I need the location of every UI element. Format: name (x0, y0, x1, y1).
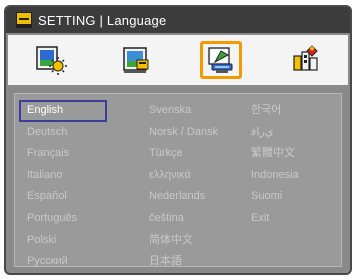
language-item-polski[interactable]: Polski (19, 230, 109, 252)
language-item-norsk-dansk[interactable]: Norsk / Dansk (141, 122, 241, 144)
language-item-traditional-chinese[interactable]: 繁體中文 (243, 143, 333, 165)
language-item-greek[interactable]: ελληνικά (141, 165, 241, 187)
language-item-korean[interactable]: 한국어 (243, 100, 333, 122)
language-item-deutsch[interactable]: Deutsch (19, 122, 109, 144)
tab-bar (8, 35, 348, 85)
menu-title: SETTING | Language (38, 12, 167, 28)
language-item-turkce[interactable]: Türkçe (141, 143, 241, 165)
language-item-espanol[interactable]: Español (19, 186, 109, 208)
setting-monitor-icon (16, 12, 32, 28)
language-column-3: 한국어 ﻱﺭﺎﻓ 繁體中文 Indonesia Suomi Exit (243, 100, 333, 230)
language-column-1: English Deutsch Français Italiano Españo… (19, 100, 109, 273)
tab-setting[interactable] (178, 35, 263, 85)
setting-icon (207, 47, 232, 73)
language-item-portugues[interactable]: Português (19, 208, 109, 230)
language-item-cestina[interactable]: čeština (141, 208, 241, 230)
language-item-nederlands[interactable]: Nederlands (141, 186, 241, 208)
language-item-japanese[interactable]: 日本語 (141, 251, 241, 273)
language-item-farsi[interactable]: ﻱﺭﺎﻓ (243, 122, 333, 144)
exit-button[interactable]: Exit (243, 208, 333, 230)
image-settings-icon (35, 46, 67, 75)
language-list-panel: English Deutsch Français Italiano Españo… (14, 93, 342, 267)
menu-frame: SETTING | Language English Deutsch Franç… (4, 5, 352, 275)
display-settings-icon (122, 47, 148, 73)
language-grid: English Deutsch Français Italiano Españo… (15, 94, 341, 267)
language-item-english[interactable]: English (19, 100, 107, 122)
language-item-svenska[interactable]: Svenska (141, 100, 241, 122)
osd-menu: SETTING | Language English Deutsch Franç… (0, 0, 356, 280)
tab-options[interactable] (263, 35, 348, 85)
tab-image[interactable] (8, 35, 93, 85)
tab-display[interactable] (93, 35, 178, 85)
language-item-francais[interactable]: Français (19, 143, 109, 165)
options-icon (292, 45, 318, 71)
language-item-indonesia[interactable]: Indonesia (243, 165, 333, 187)
language-item-suomi[interactable]: Suomi (243, 186, 333, 208)
tab-selection-highlight (199, 41, 242, 79)
language-item-russian[interactable]: Русский (19, 251, 109, 273)
language-column-2: Svenska Norsk / Dansk Türkçe ελληνικά Ne… (141, 100, 241, 273)
language-item-simplified-chinese[interactable]: 简体中文 (141, 230, 241, 252)
title-bar: SETTING | Language (6, 7, 350, 33)
language-item-italiano[interactable]: Italiano (19, 165, 109, 187)
